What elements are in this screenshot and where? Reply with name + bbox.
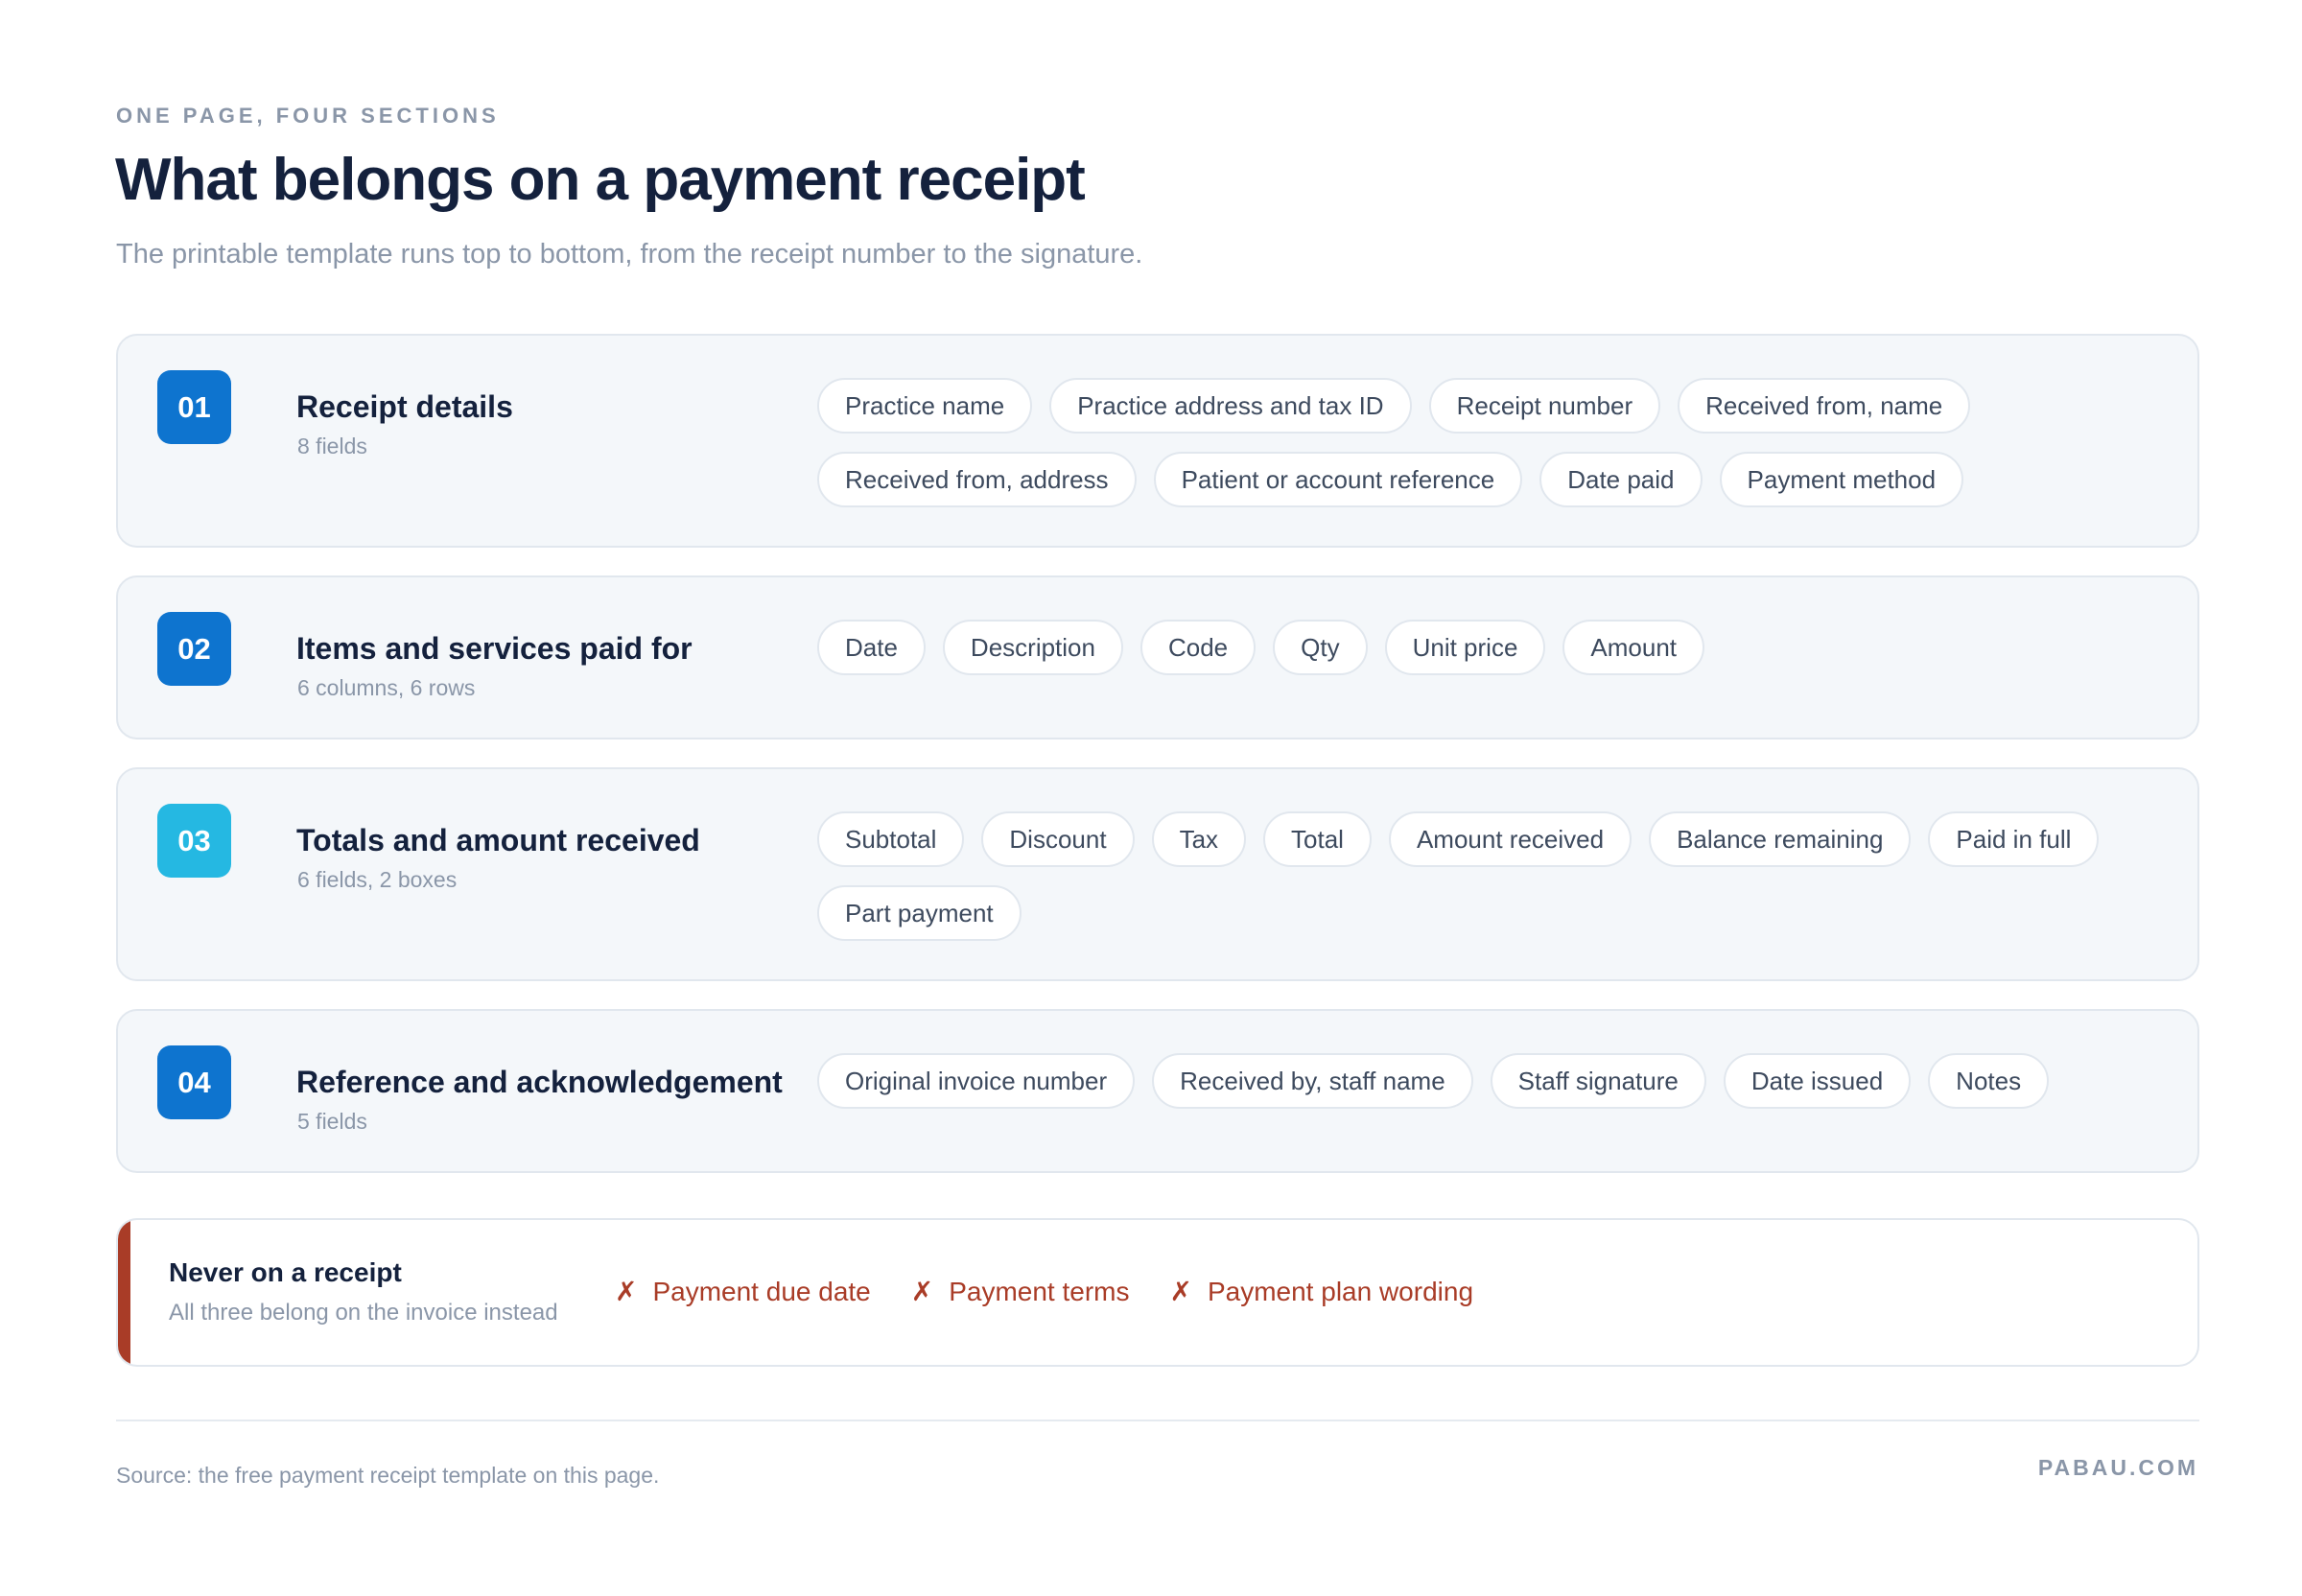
field-chip-list: Original invoice number Received by, sta… — [817, 1053, 2160, 1109]
cross-mark-icon: ✗ — [615, 1277, 638, 1306]
callout-subtitle: All three belong on the invoice instead — [169, 1300, 558, 1326]
section-receipt-details: 01 Receipt details 8 fields Practice nam… — [116, 334, 2199, 548]
section-number-badge: 03 — [157, 804, 231, 878]
cross-mark-icon: ✗ — [1169, 1277, 1192, 1306]
cross-mark-icon: ✗ — [910, 1277, 934, 1306]
field-chip: Date issued — [1723, 1053, 1912, 1109]
source-note: Source: the free payment receipt templat… — [116, 1463, 660, 1488]
section-title: Receipt details — [296, 389, 513, 424]
excluded-item-label: Payment due date — [652, 1276, 871, 1306]
field-chip: Staff signature — [1490, 1053, 1706, 1109]
field-chip: Qty — [1273, 620, 1368, 675]
section-number-badge: 01 — [157, 370, 231, 444]
field-chip: Total — [1263, 811, 1372, 867]
brand-mark: PABAU.COM — [2037, 1455, 2198, 1480]
section-number-badge: 02 — [157, 612, 231, 686]
excluded-item: ✗ Payment plan wording — [1170, 1276, 1474, 1307]
callout-title: Never on a receipt — [169, 1257, 402, 1287]
excluded-items-list: ✗ Payment due date ✗ Payment terms ✗ Pay… — [615, 1276, 1473, 1307]
excluded-item-label: Payment terms — [949, 1276, 1130, 1306]
field-chip: Patient or account reference — [1153, 452, 1523, 507]
excluded-item: ✗ Payment due date — [615, 1276, 871, 1307]
field-chip: Notes — [1928, 1053, 2050, 1109]
section-title: Totals and amount received — [296, 823, 700, 857]
never-on-receipt-callout: Never on a receipt All three belong on t… — [116, 1218, 2199, 1367]
field-chip: Received by, staff name — [1152, 1053, 1473, 1109]
field-chip: Code — [1139, 620, 1257, 675]
section-meta: 8 fields — [297, 434, 367, 458]
field-chip: Amount — [1562, 620, 1705, 675]
field-chip: Discount — [981, 811, 1135, 867]
field-chip: Description — [942, 620, 1123, 675]
field-chip-list: Date Description Code Qty Unit price Amo… — [817, 620, 2160, 675]
section-meta: 6 fields, 2 boxes — [297, 867, 458, 892]
field-chip: Subtotal — [817, 811, 965, 867]
field-chip: Received from, address — [817, 452, 1137, 507]
section-meta: 5 fields — [297, 1109, 367, 1134]
field-chip: Practice address and tax ID — [1049, 378, 1412, 434]
eyebrow: ONE PAGE, FOUR SECTIONS — [116, 104, 500, 128]
field-chip: Part payment — [817, 885, 1022, 941]
section-title: Reference and acknowledgement — [296, 1065, 783, 1099]
field-chip: Amount received — [1388, 811, 1633, 867]
field-chip: Receipt number — [1428, 378, 1661, 434]
field-chip-list: Practice name Practice address and tax I… — [817, 378, 2160, 507]
excluded-item: ✗ Payment terms — [911, 1276, 1130, 1307]
field-chip: Paid in full — [1928, 811, 2100, 867]
section-title: Items and services paid for — [296, 631, 693, 666]
field-chip: Received from, name — [1678, 378, 1971, 434]
excluded-item-label: Payment plan wording — [1207, 1276, 1474, 1306]
section-items-and-services: 02 Items and services paid for 6 columns… — [116, 575, 2199, 739]
field-chip: Date — [817, 620, 926, 675]
field-chip: Unit price — [1384, 620, 1546, 675]
page-subtitle: The printable template runs top to botto… — [116, 239, 1143, 270]
section-totals: 03 Totals and amount received 6 fields, … — [116, 767, 2199, 981]
footer-divider — [116, 1420, 2199, 1421]
section-reference: 04 Reference and acknowledgement 5 field… — [116, 1009, 2199, 1173]
field-chip: Payment method — [1719, 452, 1964, 507]
field-chip: Original invoice number — [817, 1053, 1136, 1109]
field-chip: Practice name — [817, 378, 1033, 434]
warning-accent-bar — [118, 1220, 130, 1365]
field-chip: Date paid — [1539, 452, 1703, 507]
section-number-badge: 04 — [157, 1045, 231, 1119]
page-title: What belongs on a payment receipt — [115, 147, 1086, 213]
field-chip: Tax — [1151, 811, 1247, 867]
field-chip-list: Subtotal Discount Tax Total Amount recei… — [817, 811, 2160, 941]
field-chip: Balance remaining — [1649, 811, 1912, 867]
section-meta: 6 columns, 6 rows — [297, 675, 476, 700]
